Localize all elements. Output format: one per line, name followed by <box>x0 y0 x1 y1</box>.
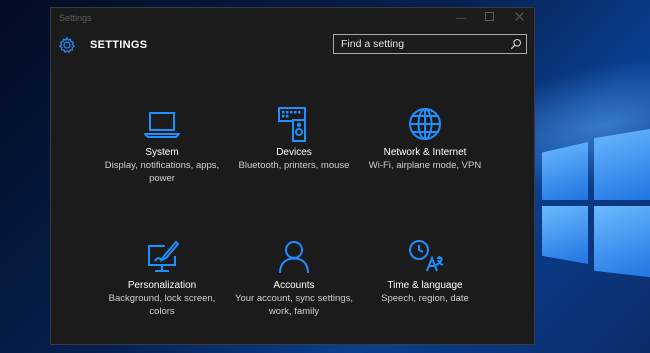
laptop-icon <box>144 112 180 138</box>
tile-description: Bluetooth, printers, mouse <box>238 160 350 171</box>
tile-devices[interactable]: Devices Bluetooth, printers, mouse <box>229 104 359 172</box>
gear-icon <box>58 36 76 54</box>
devices-icon <box>278 107 306 142</box>
tile-label: Time & language <box>387 280 463 291</box>
tile-label: Accounts <box>273 280 315 291</box>
tile-label: Network & Internet <box>383 147 467 158</box>
tile-description: Wi-Fi, airplane mode, VPN <box>368 160 482 171</box>
close-button[interactable] <box>507 10 531 28</box>
tile-time-language[interactable]: Time & language Speech, region, date <box>360 237 490 305</box>
search-box[interactable] <box>333 34 527 54</box>
logo-pane <box>542 142 588 200</box>
tile-label: Devices <box>276 147 312 158</box>
windows-logo-wallpaper <box>536 118 650 318</box>
paintbrush-icon <box>148 240 180 272</box>
tile-network-internet[interactable]: Network & Internet Wi-Fi, airplane mode,… <box>360 104 490 172</box>
logo-pane <box>542 206 588 264</box>
tile-label: Personalization <box>127 280 197 291</box>
tile-description: Background, lock screen, colors <box>108 293 216 317</box>
tile-description: Your account, sync settings, work, famil… <box>235 293 353 317</box>
minimize-button[interactable]: — <box>449 10 473 28</box>
search-input[interactable] <box>334 35 504 53</box>
window-title: Settings <box>59 13 92 23</box>
title-bar[interactable]: Settings — <box>51 8 534 30</box>
tile-label: System <box>145 147 179 158</box>
person-icon <box>279 241 309 274</box>
globe-icon <box>409 108 441 140</box>
search-icon[interactable] <box>510 38 522 50</box>
maximize-button[interactable] <box>477 10 501 28</box>
close-icon <box>514 12 524 21</box>
tile-system[interactable]: System Display, notifications, apps, pow… <box>97 104 227 185</box>
logo-pane <box>594 128 650 200</box>
tile-description: Display, notifications, apps, power <box>104 160 220 184</box>
maximize-icon <box>484 12 494 21</box>
time-language-icon <box>409 240 444 272</box>
page-title: SETTINGS <box>90 39 148 51</box>
settings-window: Settings — SETTINGS System Display, noti… <box>50 7 535 345</box>
tile-description: Speech, region, date <box>381 293 469 304</box>
tile-accounts[interactable]: Accounts Your account, sync settings, wo… <box>229 237 359 318</box>
logo-pane <box>594 206 650 278</box>
tile-personalization[interactable]: Personalization Background, lock screen,… <box>97 237 227 318</box>
